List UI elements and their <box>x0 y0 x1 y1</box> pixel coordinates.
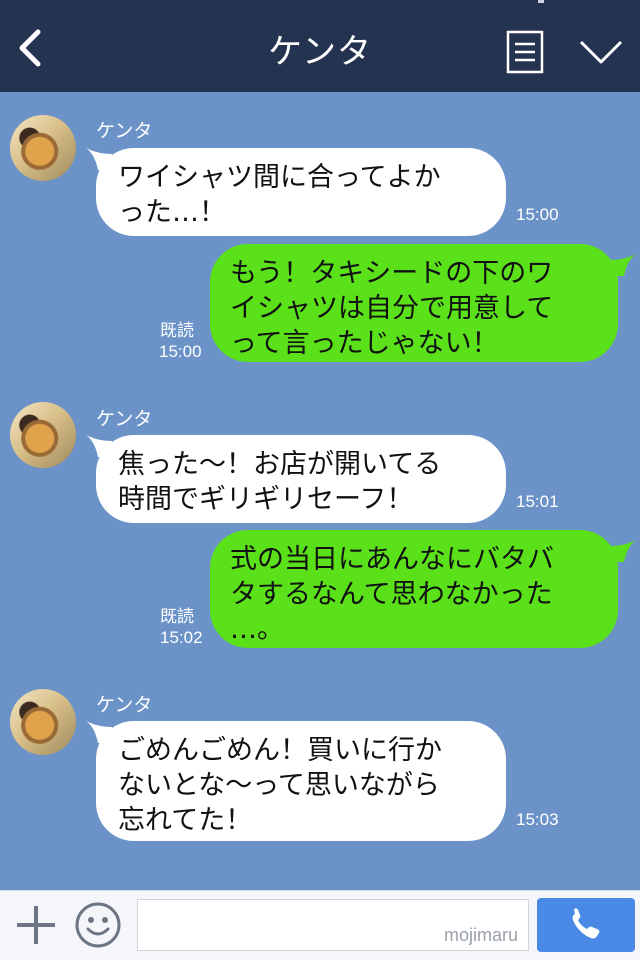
message-input[interactable]: mojimaru <box>137 899 529 951</box>
message-bubble[interactable]: 式の当日にあんなにバタバ タするなんて思わなかった …。 <box>210 530 618 648</box>
message-line: ないとな〜って思いながら <box>118 770 440 801</box>
message-line: った…！ <box>118 197 226 228</box>
message-line: …。 <box>230 614 284 645</box>
message-bubble[interactable]: ごめんごめん！買いに行か ないとな〜って思いながら 忘れてた！ <box>96 721 506 841</box>
message-line: もう！タキシードの下のワ <box>230 258 554 289</box>
notes-icon[interactable] <box>506 30 544 74</box>
message-line: って言ったじゃない！ <box>230 328 499 359</box>
sender-name: ケンタ <box>96 408 153 430</box>
message-line: イシャツは自分で用意して <box>230 293 554 324</box>
status-indicator <box>538 0 544 3</box>
avatar[interactable] <box>10 689 76 755</box>
read-receipt: 既読 <box>160 607 194 627</box>
message-line: 忘れてた！ <box>118 805 253 836</box>
message-line: ごめんごめん！買いに行か <box>118 735 442 766</box>
chat-title: ケンタ <box>268 32 372 72</box>
message-time: 15:00 <box>159 342 202 361</box>
watermark: mojimaru <box>443 925 518 945</box>
message-list[interactable]: ケンタ ワイシャツ間に合ってよか った…！ 15:00 もう！タキシードの下のワ… <box>0 92 640 890</box>
message-line: タするなんて思わなかった <box>230 579 553 610</box>
avatar[interactable] <box>10 115 76 181</box>
message-time: 15:00 <box>516 205 559 224</box>
sender-name: ケンタ <box>96 120 153 142</box>
message-line: 焦った〜！お店が開いてる <box>118 449 442 480</box>
message-bubble[interactable]: ワイシャツ間に合ってよか った…！ <box>96 148 506 236</box>
message-line: 時間でギリギリセーフ！ <box>118 484 414 515</box>
message-time: 15:02 <box>160 628 203 647</box>
input-bar: mojimaru <box>0 890 640 960</box>
chevron-down-icon[interactable] <box>578 38 624 66</box>
plus-icon[interactable] <box>14 903 58 947</box>
message-time: 15:01 <box>516 492 559 511</box>
read-receipt: 既読 <box>160 321 194 341</box>
message-time: 15:03 <box>516 810 559 829</box>
message-bubble[interactable]: もう！タキシードの下のワ イシャツは自分で用意して って言ったじゃない！ <box>210 244 618 362</box>
phone-icon <box>572 908 600 939</box>
avatar[interactable] <box>10 402 76 468</box>
sender-name: ケンタ <box>96 694 153 716</box>
message-line: 式の当日にあんなにバタバ <box>230 544 554 575</box>
smiley-icon[interactable] <box>74 901 122 949</box>
message-bubble[interactable]: 焦った〜！お店が開いてる 時間でギリギリセーフ！ <box>96 435 506 523</box>
call-button[interactable] <box>537 898 635 952</box>
message-line: ワイシャツ間に合ってよか <box>118 162 441 193</box>
chat-header: ケンタ <box>0 0 640 92</box>
